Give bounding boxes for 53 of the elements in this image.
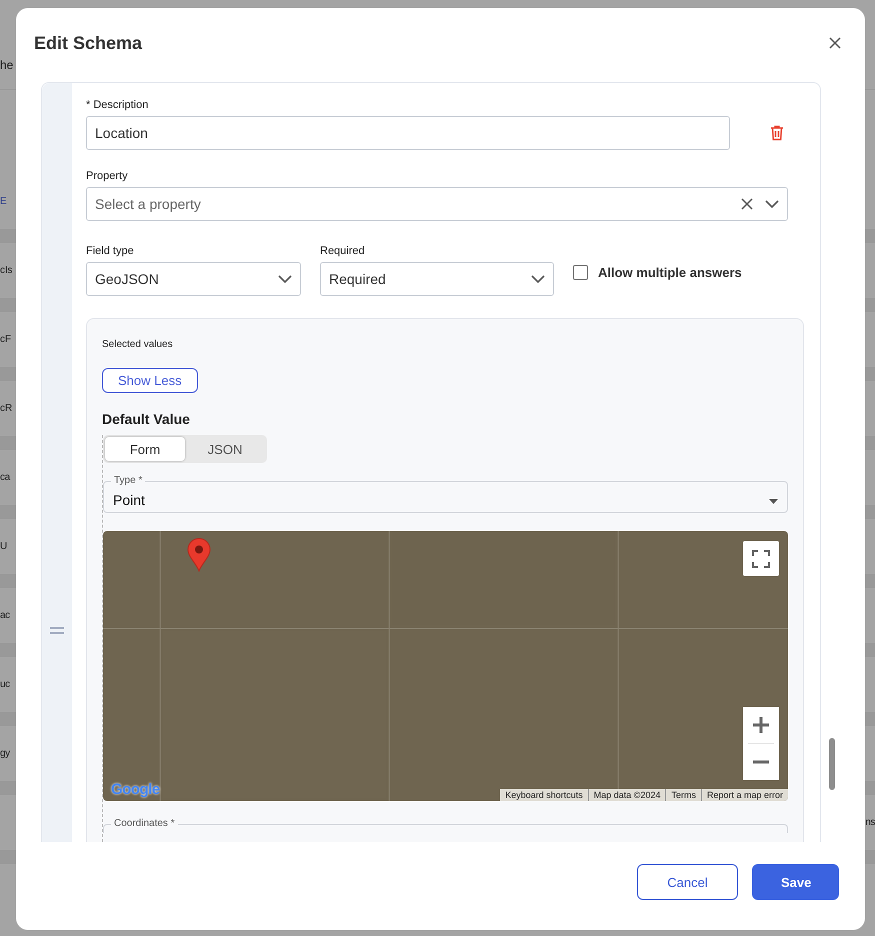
chevron-down-icon bbox=[765, 200, 779, 208]
field-label: Field type bbox=[86, 245, 135, 257]
section-label: Selected values bbox=[102, 339, 174, 350]
mode-tab[interactable]: Form bbox=[105, 437, 185, 461]
background-text: ac bbox=[0, 610, 10, 621]
show-less-button[interactable]: Show Less bbox=[102, 368, 198, 393]
background-text: ca bbox=[0, 472, 10, 483]
plus-icon bbox=[753, 717, 769, 733]
scrollbar-thumb[interactable] bbox=[829, 738, 835, 790]
clear-icon[interactable] bbox=[741, 198, 753, 210]
background-text: ns bbox=[865, 817, 875, 828]
field-type-select[interactable]: GeoJSON bbox=[86, 262, 301, 296]
background-text: U bbox=[0, 541, 7, 552]
field-label: * Description bbox=[86, 99, 150, 111]
chevron-down-icon bbox=[531, 275, 545, 283]
fullscreen-icon bbox=[752, 550, 770, 568]
dialog-title: Edit Schema bbox=[34, 32, 142, 54]
caret-icon bbox=[769, 499, 778, 504]
map-pin-icon[interactable] bbox=[187, 538, 211, 572]
map-logo: Google bbox=[111, 781, 160, 798]
attribution-link[interactable]: Map data ©2024 bbox=[588, 789, 666, 801]
background-text: c Is bbox=[0, 265, 12, 276]
background-text: gy bbox=[0, 748, 10, 759]
drag-handle-icon[interactable] bbox=[50, 627, 64, 634]
mode-tab[interactable]: JSON bbox=[185, 437, 265, 461]
background-text: c R bbox=[0, 403, 12, 414]
coordinates-field[interactable]: Coordinates * bbox=[103, 817, 788, 833]
trash-icon[interactable] bbox=[770, 125, 784, 141]
field-label: Property bbox=[86, 170, 129, 182]
section-heading: Default Value bbox=[102, 411, 191, 427]
description-field[interactable]: Location bbox=[86, 116, 730, 150]
attribution-link[interactable]: Terms bbox=[665, 789, 701, 801]
checkbox-label: Allow multiple answers bbox=[598, 265, 742, 280]
cancel-button[interactable]: Cancel bbox=[637, 864, 738, 900]
field-label: Type * bbox=[111, 474, 146, 488]
save-button[interactable]: Save bbox=[752, 864, 839, 900]
background-link[interactable]: E bbox=[0, 196, 6, 207]
background-text: c F bbox=[0, 334, 11, 345]
attribution-link[interactable]: Keyboard shortcuts bbox=[500, 789, 588, 801]
attribution-link[interactable]: Report a map error bbox=[700, 789, 788, 801]
background-text: uc bbox=[0, 679, 10, 690]
required-select[interactable]: Required bbox=[320, 262, 554, 296]
close-icon bbox=[829, 37, 841, 49]
map[interactable]: Google Keyboard shortcuts Map data ©2024 Terms Report a map error bbox=[103, 531, 788, 801]
background-text: he bbox=[0, 58, 14, 72]
property-select[interactable]: Select a property bbox=[86, 187, 788, 221]
minus-icon bbox=[753, 760, 769, 764]
checkbox[interactable] bbox=[573, 265, 588, 280]
fullscreen-button[interactable] bbox=[743, 541, 779, 576]
chevron-down-icon bbox=[278, 275, 292, 283]
type-select[interactable]: Type * Point bbox=[103, 474, 788, 513]
close-button[interactable] bbox=[827, 35, 843, 51]
field-label: Required bbox=[320, 245, 366, 257]
